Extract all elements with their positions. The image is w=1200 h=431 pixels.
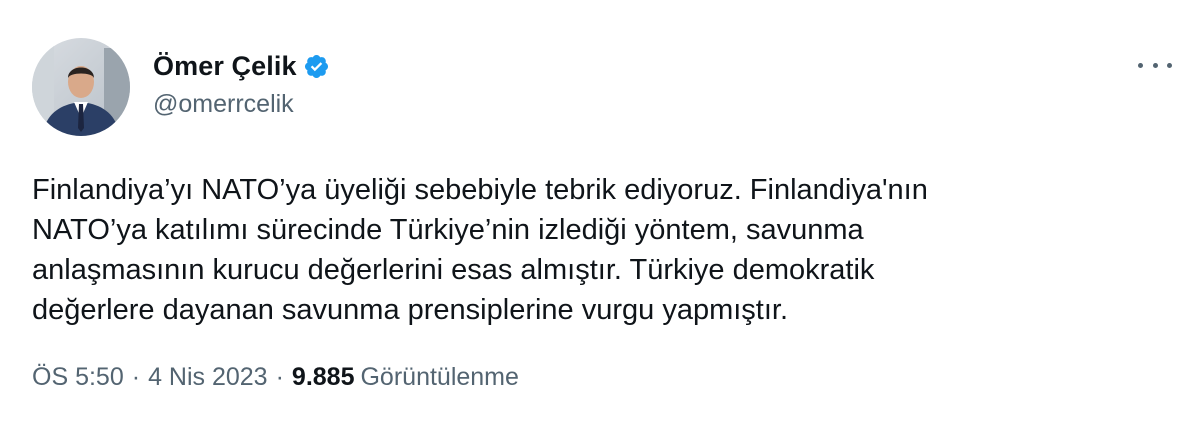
author-name-row: Ömer Çelik [153,50,330,82]
author-handle[interactable]: @omerrcelik [153,90,294,119]
tweet-card: Ömer Çelik @omerrcelik Finlandiya’yı NAT… [0,0,1200,431]
more-options-icon[interactable] [1138,52,1172,78]
views-count: 9.885 [291,363,355,391]
more-dot [1138,62,1143,68]
meta-separator: · [131,363,141,391]
tweet-time[interactable]: ÖS 5:50 [32,363,124,392]
avatar[interactable] [32,38,130,136]
verified-badge-icon[interactable] [303,53,330,80]
more-dot [1167,62,1172,68]
tweet-text-line: değerlere dayanan savunma prensiplerine … [32,294,789,326]
meta-separator: · [275,363,284,391]
views-label: Görüntülenme [360,363,519,391]
tweet-text-line: NATO’ya katılımı sürecinde Türkiye’nin i… [32,214,864,246]
tweet-date[interactable]: 4 Nis 2023 [148,363,268,392]
tweet-text-line: Finlandiya’yı NATO’ya üyeliği sebebiyle … [32,174,928,206]
tweet-text: Finlandiya’yı NATO’ya üyeliği sebebiyle … [32,170,1152,330]
tweet-text-line: anlaşmasının kurucu değerlerini esas alm… [32,254,875,286]
author-display-name[interactable]: Ömer Çelik [153,51,297,82]
tweet-meta: ÖS 5:50 · 4 Nis 2023 · 9.885 Görüntülenm… [32,363,519,392]
more-dot [1152,62,1158,68]
